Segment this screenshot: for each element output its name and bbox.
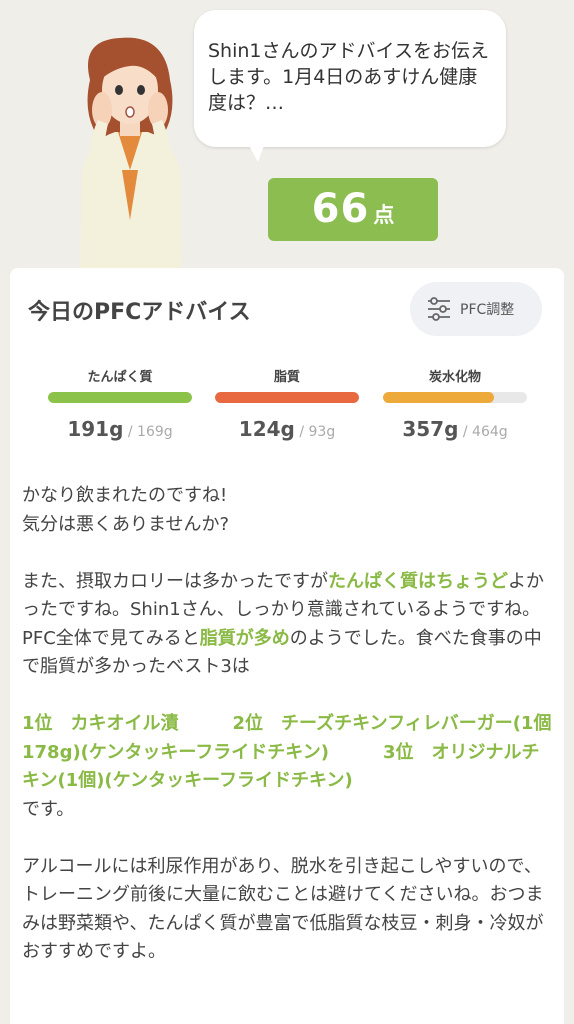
macro-carbs: 炭水化物 357g / 464g bbox=[383, 366, 527, 441]
speech-bubble: Shin1さんのアドバイスをお伝えします。1月4日のあすけん健康度は？… bbox=[194, 10, 506, 147]
advice-highlight: 脂質が多め bbox=[199, 627, 290, 649]
macro-progress-fill bbox=[48, 392, 192, 403]
macro-amount: 357g bbox=[402, 417, 459, 441]
macro-label: 脂質 bbox=[273, 370, 300, 385]
pfc-adjust-button[interactable]: PFC調整 bbox=[410, 282, 542, 336]
advisor-avatar bbox=[80, 37, 182, 270]
macro-value: 124g / 93g bbox=[238, 417, 336, 441]
card-title: 今日のPFCアドバイス bbox=[28, 300, 251, 325]
macro-fat: 脂質 124g / 93g bbox=[215, 366, 359, 441]
macro-protein: たんぱく質 191g / 169g bbox=[48, 366, 192, 441]
advice-paragraph: また、摂取カロリーは多かったですがたんぱく質はちょうどよかったですね。Shin1… bbox=[22, 568, 552, 625]
health-score-value: 66 bbox=[311, 186, 370, 232]
pfc-adjust-label: PFC調整 bbox=[460, 302, 515, 318]
speech-text: Shin1さんのアドバイスをお伝えします。1月4日のあすけん健康度は？… bbox=[208, 40, 489, 114]
macro-progress-fill bbox=[383, 392, 494, 403]
fat-ranking: 1位 カキオイル漬 2位 チーズチキンフィレバーガー(1個178g)(ケンタッキ… bbox=[22, 710, 552, 796]
ranking-list: 1位 カキオイル漬 2位 チーズチキンフィレバーガー(1個178g)(ケンタッキ… bbox=[22, 713, 552, 791]
speech-bubble-tail bbox=[246, 140, 266, 162]
macro-target: 169g bbox=[137, 424, 173, 440]
advice-paragraph: PFC全体で見てみると脂質が多めのようでした。食べた食事の中で脂質が多かったベス… bbox=[22, 625, 552, 682]
advice-text-segment: また、摂取カロリーは多かったですが bbox=[22, 570, 328, 592]
macro-progress-fill bbox=[215, 392, 359, 403]
macro-label: 炭水化物 bbox=[428, 370, 481, 385]
macro-progress-bar bbox=[215, 392, 359, 403]
advice-text: かなり飲まれたのですね! 気分は悪くありませんか? また、摂取カロリーは多かった… bbox=[22, 482, 552, 967]
health-score-badge: 66 点 bbox=[268, 178, 438, 241]
advice-line: 気分は悪くありませんか? bbox=[22, 513, 230, 535]
health-score-unit: 点 bbox=[373, 203, 395, 227]
ranking-suffix: です。 bbox=[22, 798, 75, 820]
advice-line: かなり飲まれたのですね! bbox=[22, 485, 228, 506]
advice-paragraph: アルコールには利尿作用があり、脱水を引き起こしやすいので、トレーニング前後に大量… bbox=[22, 855, 544, 963]
macro-label: たんぱく質 bbox=[87, 370, 153, 385]
macro-progress-bar bbox=[383, 392, 527, 403]
macro-target: 93g bbox=[308, 424, 336, 440]
macro-amount: 191g bbox=[67, 417, 124, 441]
advice-text-segment: PFC全体で見てみると bbox=[22, 627, 200, 649]
pfc-advice-card: 今日のPFCアドバイス PFC調整 たんぱく質 191g / 169g 脂質 1… bbox=[10, 268, 564, 1024]
macro-target: 464g bbox=[472, 424, 508, 440]
macro-progress-bar bbox=[48, 392, 192, 403]
advice-highlight: たんぱく質はちょうど bbox=[328, 570, 508, 592]
macro-value: 191g / 169g bbox=[67, 417, 173, 441]
macro-amount: 124g bbox=[238, 417, 295, 441]
sliders-icon bbox=[428, 297, 450, 321]
macro-value: 357g / 464g bbox=[402, 417, 508, 441]
macro-summary: たんぱく質 191g / 169g 脂質 124g / 93g 炭水化物 357 bbox=[10, 366, 564, 456]
